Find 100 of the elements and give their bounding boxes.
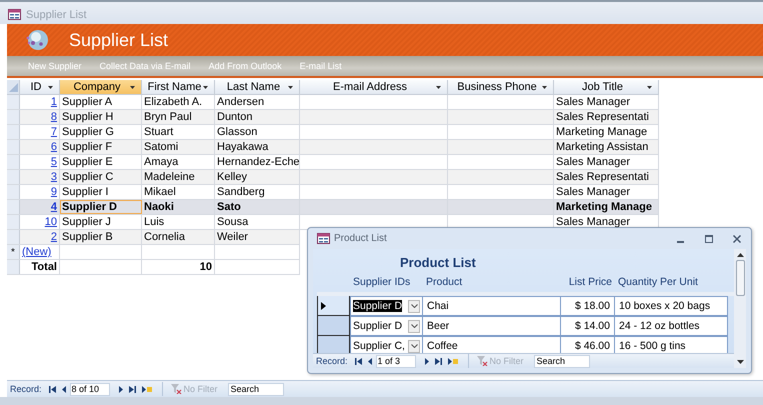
table-cell: Amaya (142, 155, 215, 169)
table-cell: Supplier B (60, 230, 142, 244)
row-selector[interactable]: * (7, 245, 20, 259)
last-record-button[interactable] (126, 383, 138, 395)
id-link[interactable]: 2 (50, 231, 57, 243)
product-field[interactable]: Chai (423, 296, 561, 316)
dropdown-arrow-icon (436, 86, 441, 88)
previous-record-button[interactable] (60, 383, 68, 395)
form-title: Supplier List (69, 30, 168, 50)
price-field[interactable]: $ 14.00 (561, 316, 615, 336)
table-cell: Sousa (215, 215, 300, 229)
id-link[interactable]: 1 (50, 96, 57, 108)
dropdown-button[interactable] (408, 300, 420, 312)
new-record-icon (142, 386, 152, 392)
id-link[interactable]: 3 (50, 171, 57, 183)
record-label: Record: (316, 356, 348, 366)
form-icon (317, 233, 330, 244)
id-link[interactable]: 4 (50, 201, 57, 213)
quantity-field[interactable]: 16 - 500 g tins (615, 336, 728, 353)
table-cell: Marketing Assistan (554, 140, 659, 154)
table-cell: Supplier E (60, 155, 142, 169)
filter-icon (170, 384, 182, 394)
next-record-icon (424, 358, 429, 364)
price-field[interactable]: $ 18.00 (561, 296, 615, 316)
table-cell: Naoki (142, 200, 215, 214)
supplier-combo-box[interactable]: Supplier C, (350, 336, 423, 353)
first-record-icon (48, 386, 56, 392)
table-cell: Sales Representati (554, 110, 659, 124)
quantity-field[interactable]: 10 boxes x 20 bags (615, 296, 728, 316)
first-record-icon (354, 358, 362, 364)
id-link[interactable]: 7 (50, 126, 57, 138)
id-link[interactable]: 9 (50, 186, 57, 198)
table-row[interactable]: 8 Supplier H Bryn Paul Dunton Sales Representati (7, 110, 659, 125)
id-link[interactable]: 10 (44, 216, 57, 228)
search-field[interactable]: Search (534, 354, 590, 368)
previous-record-icon (368, 358, 372, 364)
maximize-icon[interactable] (705, 234, 713, 242)
table-cell: Supplier A (60, 95, 142, 109)
quantity-field[interactable]: 24 - 12 oz bottles (615, 316, 728, 336)
dropdown-arrow-icon (48, 86, 53, 88)
table-cell: Sales Manager (554, 95, 659, 109)
table-cell: Supplier F (60, 140, 142, 154)
new-record-button[interactable] (446, 355, 460, 367)
scroll-down-icon[interactable] (736, 360, 744, 364)
table-cell: Marketing Manage (554, 200, 659, 214)
table-row[interactable]: 4 Supplier D Naoki Sato Marketing Manage (7, 200, 659, 215)
record-selector[interactable] (317, 336, 350, 353)
first-record-button[interactable] (352, 355, 364, 367)
table-cell: Stuart (142, 125, 215, 139)
window-title: Supplier List (26, 8, 87, 20)
table-row[interactable]: 3 Supplier C Madeleine Kelley Sales Representati (7, 170, 659, 185)
new-record-button[interactable] (140, 383, 154, 395)
id-link[interactable]: 8 (50, 111, 57, 123)
dropdown-arrow-icon (203, 86, 208, 88)
dropdown-button[interactable] (408, 340, 420, 352)
first-record-button[interactable] (46, 383, 58, 395)
record-number-field[interactable]: 1 of 3 (376, 354, 416, 368)
next-record-button[interactable] (116, 383, 125, 395)
table-row[interactable]: 6 Supplier F Satomi Hayakawa Marketing Assistan (7, 140, 659, 155)
column-label: Supplier IDs (352, 276, 412, 288)
globe-icon (25, 28, 49, 52)
record-selector[interactable] (317, 296, 350, 316)
product-field[interactable]: Coffee (423, 336, 561, 353)
supplier-combo-box[interactable]: Supplier D (350, 296, 423, 316)
previous-record-icon (62, 386, 66, 392)
price-field[interactable]: $ 46.00 (561, 336, 615, 353)
corner-triangle-icon (8, 82, 18, 92)
new-record-icon (448, 358, 458, 364)
scroll-up-icon[interactable] (736, 253, 744, 257)
supplier-combo-box[interactable]: Supplier D (350, 316, 423, 336)
table-cell: Dunton (215, 110, 300, 124)
table-cell: Supplier I (60, 185, 142, 199)
id-link[interactable]: 6 (50, 141, 57, 153)
id-link[interactable]: 5 (50, 156, 57, 168)
search-field[interactable]: Search (228, 382, 284, 396)
record-number-field[interactable]: 8 of 10 (70, 382, 110, 396)
table-cell: Supplier H (60, 110, 142, 124)
dropdown-button[interactable] (408, 320, 420, 332)
record-selector[interactable] (317, 316, 350, 336)
table-cell: Sato (215, 200, 300, 214)
column-header[interactable]: Job Title (554, 80, 659, 94)
last-record-button[interactable] (432, 355, 444, 367)
product-field[interactable]: Beer (423, 316, 561, 336)
column-header[interactable]: Company (60, 80, 142, 94)
scrollbar-thumb[interactable] (736, 260, 744, 296)
table-cell: Glasson (215, 125, 300, 139)
column-header[interactable]: E-mail Address (300, 80, 448, 94)
close-icon[interactable] (733, 234, 741, 242)
column-header[interactable]: First Name (142, 80, 215, 94)
new-record-link[interactable]: (New) (22, 246, 52, 258)
last-record-icon (128, 386, 136, 392)
column-header[interactable]: Business Phone (448, 80, 554, 94)
column-header[interactable]: Last Name (215, 80, 300, 94)
table-row[interactable]: 2 Supplier B Cornelia Weiler (7, 230, 300, 245)
next-record-icon (118, 386, 123, 392)
scrollbar[interactable] (734, 249, 746, 368)
previous-record-button[interactable] (366, 355, 374, 367)
dropdown-arrow-icon (647, 86, 652, 88)
next-record-button[interactable] (422, 355, 431, 367)
table-cell: Supplier C (60, 170, 142, 184)
